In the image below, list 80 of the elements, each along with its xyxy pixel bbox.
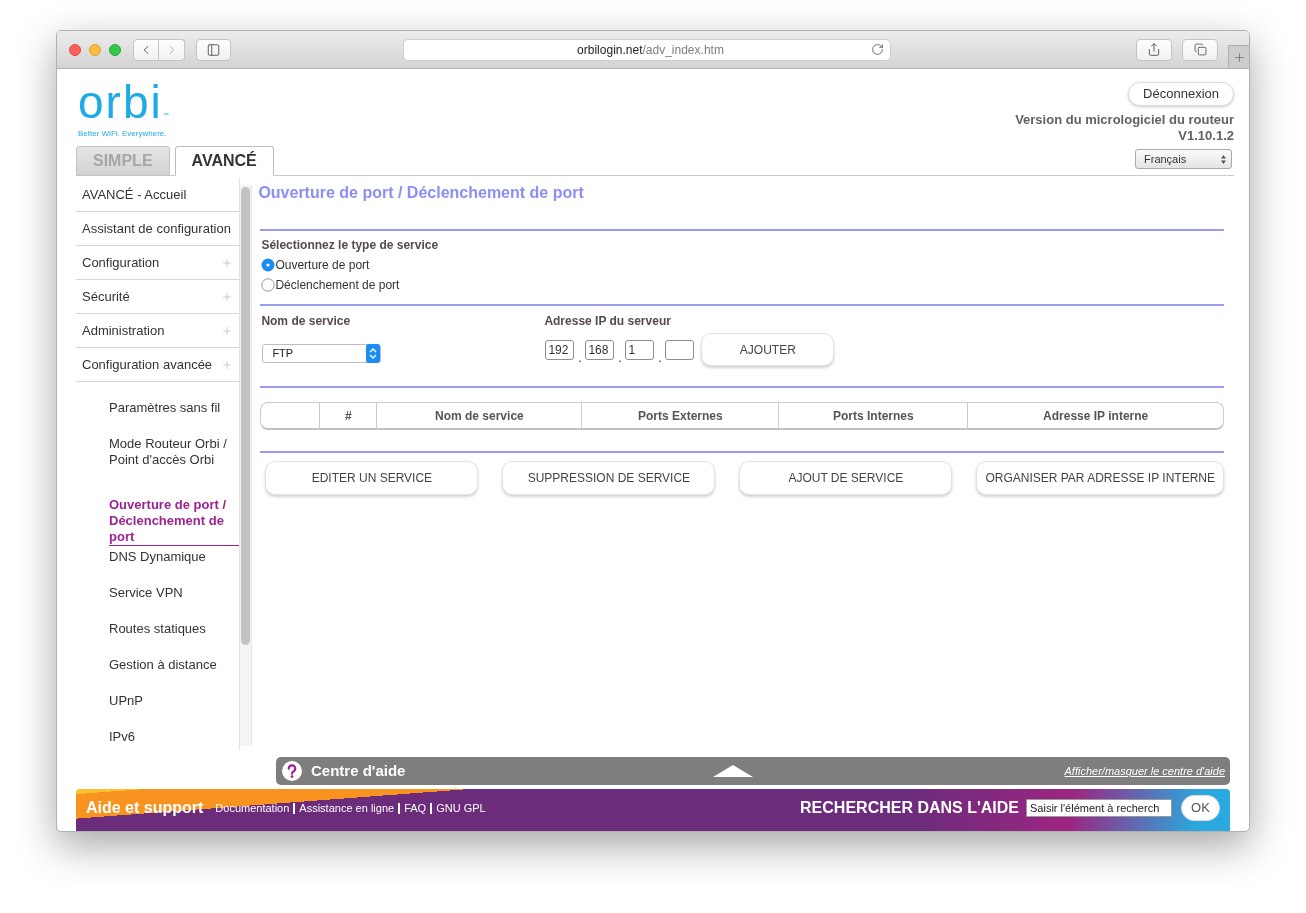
footer-title: Aide et support (86, 798, 204, 818)
plus-icon (220, 324, 233, 337)
ip-separator: . (617, 350, 623, 366)
ip-separator: . (577, 350, 583, 366)
search-label: RECHERCHER DANS L'AIDE (800, 798, 1019, 818)
ip-octet-field[interactable]: 1 (625, 339, 655, 360)
sidebar-item[interactable]: Configuration avancée (76, 348, 239, 382)
radio-button[interactable] (261, 258, 276, 272)
field-label: Adresse IP du serveur (544, 314, 672, 328)
radio-label: Déclenchement de port (275, 277, 400, 294)
plus-icon (220, 256, 233, 269)
sidebar-item[interactable]: AVANCÉ - Accueil (76, 178, 239, 212)
logo-wordmark: orbi (78, 79, 163, 125)
sidebar-item[interactable]: Administration (76, 314, 239, 348)
select-arrows-icon (366, 344, 381, 363)
section-label: Sélectionnez le type de service (260, 238, 440, 252)
footer-link[interactable]: FAQ (404, 799, 427, 817)
ip-octet-field[interactable] (665, 339, 695, 360)
add-button[interactable]: AJOUTER (701, 333, 835, 366)
tabs-overview-button[interactable] (1182, 38, 1218, 61)
sidebar-item[interactable]: Sécurité (76, 280, 239, 314)
firmware-version: V1.10.1.2 (1178, 128, 1234, 144)
service-select[interactable]: FTP (262, 344, 382, 363)
sidebar-subitem[interactable]: UPnP (109, 690, 239, 712)
logout-button[interactable]: Déconnexion (1128, 82, 1234, 106)
column-header: Ports Internes (778, 403, 968, 428)
help-toggle-link[interactable]: Afficher/masquer le centre d'aide (1064, 762, 1225, 780)
sidebar-subitem[interactable]: DNS Dynamique (109, 546, 239, 568)
ip-separator: . (657, 350, 663, 366)
sidebar-subitem[interactable]: Routes statiques (109, 618, 239, 640)
back-button[interactable] (133, 38, 159, 61)
plus-icon (1232, 50, 1246, 64)
action-button[interactable]: EDITER UN SERVICE (265, 461, 479, 495)
ip-octet-field[interactable]: 168 (585, 339, 615, 360)
address-field[interactable]: orbilogin.net/adv_index.htm (403, 38, 891, 61)
language-select[interactable]: Français (1135, 149, 1232, 169)
column-header: Adresse IP interne (967, 403, 1223, 428)
help-icon[interactable] (282, 761, 302, 781)
sidebar-subitem[interactable]: Paramètres sans fil (109, 397, 239, 419)
action-button[interactable]: AJOUT DE SERVICE (739, 461, 953, 495)
sidebar-icon (206, 42, 221, 57)
tabs-icon (1193, 43, 1207, 56)
page-title: Ouverture de port / Déclenchement de port (258, 183, 584, 203)
up-triangle-icon[interactable] (713, 765, 753, 777)
share-icon (1147, 42, 1161, 57)
updown-arrows-icon (1221, 154, 1226, 164)
help-search-field[interactable]: Saisir l'élément à recherch (1026, 799, 1172, 817)
sidebar-item[interactable]: Assistant de configuration (76, 212, 239, 246)
footer-link[interactable]: GNU GPL (436, 799, 486, 817)
sidebar-subitem[interactable]: Gestion à distance (109, 654, 239, 676)
column-header: Nom de service (376, 403, 582, 428)
close-icon[interactable] (69, 43, 81, 56)
sidebar-toggle-button[interactable] (196, 38, 231, 61)
radio-label: Ouverture de port (275, 257, 370, 274)
logo-tagline: Better WiFi. Everywhere. (78, 129, 168, 139)
maximize-icon[interactable] (109, 43, 121, 56)
minimize-icon[interactable] (89, 43, 101, 56)
field-label: Nom de service (261, 314, 352, 328)
column-header: # (319, 403, 377, 428)
footer-link[interactable]: Documentation (215, 799, 290, 817)
plus-icon (220, 290, 233, 303)
mode-tab[interactable]: AVANCÉ (174, 146, 274, 176)
sidebar-subitem[interactable]: Service VPN (109, 582, 239, 604)
action-button[interactable]: SUPPRESSION DE SERVICE (502, 461, 716, 495)
new-tab-button[interactable] (1228, 45, 1249, 68)
firmware-label: Version du micrologiciel du routeur (1015, 112, 1234, 128)
plus-icon (220, 358, 233, 371)
share-button[interactable] (1136, 38, 1172, 61)
search-ok-button[interactable]: OK (1181, 795, 1220, 821)
help-title: Centre d'aide (311, 760, 406, 781)
action-button[interactable]: ORGANISER PAR ADRESSE IP INTERNE (976, 461, 1224, 495)
radio-button[interactable] (261, 278, 276, 292)
sidebar-subitem[interactable]: Mode Routeur Orbi / Point d'accès Orbi (109, 433, 239, 471)
reload-icon[interactable] (871, 43, 884, 56)
footer-link[interactable]: Assistance en ligne (299, 799, 395, 817)
ip-octet-field[interactable]: 192 (545, 339, 575, 360)
column-header: Ports Externes (581, 403, 779, 428)
scrollbar-thumb[interactable] (241, 187, 250, 645)
sidebar-item[interactable]: Configuration (76, 246, 239, 280)
sidebar-subitem[interactable]: IPv6 (109, 726, 239, 748)
